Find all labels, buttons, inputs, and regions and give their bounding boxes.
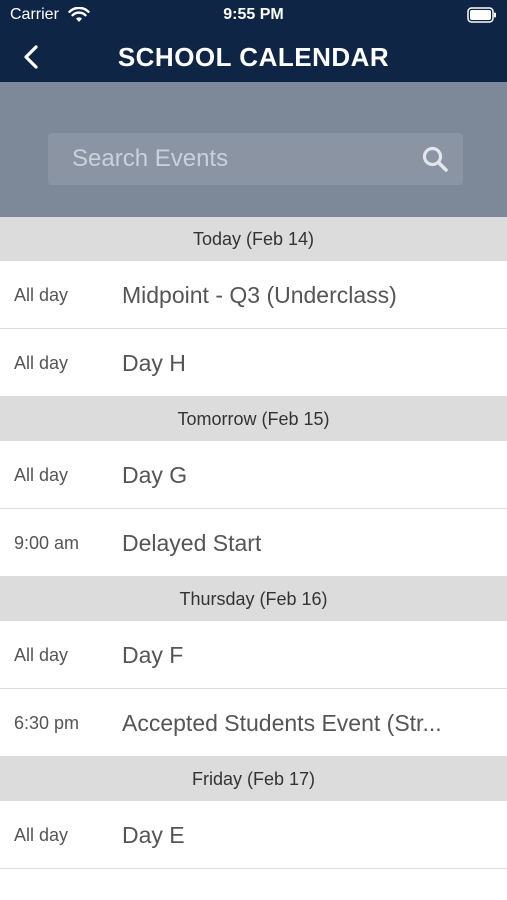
event-title: Delayed Start: [122, 530, 262, 556]
event-time: 9:00 am: [14, 533, 80, 553]
search-icon[interactable]: [421, 145, 449, 173]
event-row[interactable]: All day Day F: [0, 621, 507, 689]
event-time: All day: [14, 285, 69, 305]
section-header-thursday: Thursday (Feb 16): [0, 577, 507, 621]
event-row[interactable]: 9:00 am Delayed Start: [0, 509, 507, 577]
section-header-tomorrow: Tomorrow (Feb 15): [0, 397, 507, 441]
event-time: All day: [14, 645, 69, 665]
event-list: Today (Feb 14) All day Midpoint - Q3 (Un…: [0, 217, 507, 869]
section-header-friday: Friday (Feb 17): [0, 757, 507, 801]
event-row[interactable]: All day Day H: [0, 329, 507, 397]
search-input[interactable]: [72, 143, 402, 175]
section-header-today: Today (Feb 14): [0, 217, 507, 261]
event-time: All day: [14, 465, 69, 485]
event-title: Day F: [122, 642, 184, 668]
status-bar: Carrier 9:55 PM: [0, 0, 507, 30]
event-time: 6:30 pm: [14, 713, 80, 733]
search-area: [0, 82, 507, 217]
event-row[interactable]: All day Day E: [0, 801, 507, 869]
event-row[interactable]: All day Day G: [0, 441, 507, 509]
event-title: Day H: [122, 350, 186, 376]
event-title: Day G: [122, 462, 188, 488]
event-row[interactable]: All day Midpoint - Q3 (Underclass): [0, 261, 507, 329]
event-row[interactable]: 6:30 pm Accepted Students Event (Str...: [0, 689, 507, 757]
event-title: Midpoint - Q3 (Underclass): [122, 282, 397, 308]
status-time: 9:55 PM: [223, 6, 284, 23]
page-title: SCHOOL CALENDAR: [117, 42, 390, 72]
search-box[interactable]: [48, 133, 463, 185]
navigation-bar: SCHOOL CALENDAR: [0, 30, 507, 82]
event-time: All day: [14, 825, 69, 845]
battery-icon: [467, 7, 496, 23]
event-title: Day E: [122, 822, 185, 848]
event-title: Accepted Students Event (Str...: [122, 710, 442, 736]
event-time: All day: [14, 353, 69, 373]
